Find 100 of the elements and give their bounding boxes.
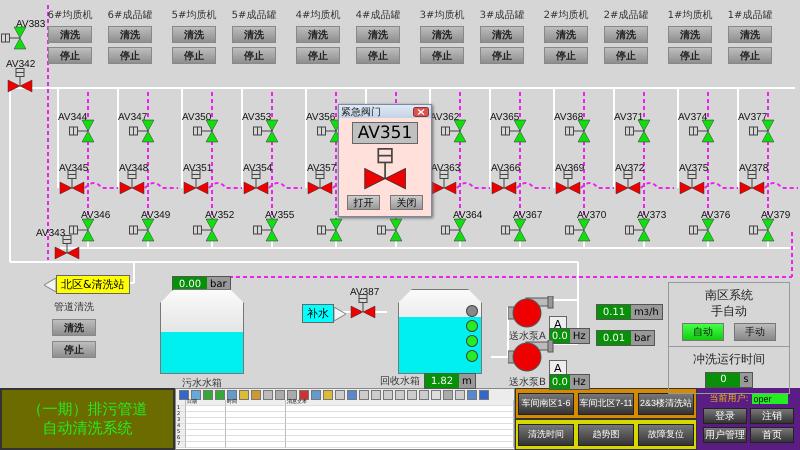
valve-icon[interactable] <box>119 170 145 195</box>
function-button[interactable]: 清洗时间 <box>518 424 574 446</box>
arrow-icon <box>44 278 56 292</box>
equipment-button[interactable]: 清洗 <box>296 26 340 43</box>
valve-icon[interactable] <box>317 218 343 242</box>
valve-icon[interactable] <box>679 170 705 195</box>
valve-icon[interactable] <box>565 218 591 242</box>
function-button[interactable]: 趋势图 <box>578 424 634 446</box>
nav-button[interactable]: 车间北区7-11 <box>578 392 634 414</box>
close-icon[interactable] <box>413 106 429 116</box>
valve-icon[interactable] <box>129 218 155 242</box>
equipment-label: 6#均质机 <box>48 8 92 22</box>
tank-label: 污水水箱 <box>182 376 222 390</box>
valve-icon[interactable] <box>625 119 651 143</box>
valve-icon[interactable] <box>565 119 591 143</box>
equipment-button[interactable]: 停止 <box>356 47 400 64</box>
equipment-button[interactable]: 停止 <box>668 47 712 64</box>
valve-icon[interactable] <box>253 119 279 143</box>
valve-label: AV377 <box>738 112 768 123</box>
equipment-label: 5#均质机 <box>172 8 216 22</box>
valve-icon[interactable] <box>749 218 775 242</box>
equipment-button[interactable]: 停止 <box>728 47 772 64</box>
valve-label: AV350 <box>182 112 212 123</box>
equipment-button[interactable]: 停止 <box>544 47 588 64</box>
valve-icon[interactable] <box>441 218 467 242</box>
equipment-button[interactable]: 清洗 <box>728 26 772 43</box>
pump-label: 送水泵A <box>509 330 546 343</box>
valve-icon[interactable] <box>689 218 715 242</box>
valve-label: AV373 <box>637 210 666 221</box>
user-button[interactable]: 首页 <box>750 427 794 443</box>
user-button[interactable]: 登录 <box>703 408 747 424</box>
valve-icon[interactable] <box>625 218 651 242</box>
equipment-button[interactable]: 停止 <box>480 47 524 64</box>
valve-icon[interactable] <box>431 170 457 195</box>
valve-label: AV367 <box>513 210 542 221</box>
valve-icon[interactable] <box>253 218 279 242</box>
valve-icon[interactable] <box>689 119 715 143</box>
equipment-button[interactable]: 停止 <box>48 47 92 64</box>
valve-icon[interactable] <box>615 170 641 195</box>
valve-icon[interactable] <box>555 170 581 195</box>
equipment-label: 1#成品罐 <box>728 8 772 22</box>
mode-button[interactable]: 自动 <box>682 323 724 342</box>
equipment-button[interactable]: 清洗 <box>108 26 152 43</box>
valve-icon[interactable] <box>491 170 517 195</box>
user-label: 当前用户: <box>709 393 749 405</box>
valve-icon[interactable] <box>54 235 80 260</box>
valve-icon[interactable] <box>129 119 155 143</box>
valve-icon[interactable] <box>59 170 85 195</box>
equipment-button[interactable]: 清洗 <box>420 26 464 43</box>
equipment-button[interactable]: 停止 <box>108 47 152 64</box>
function-button[interactable]: 故障复位 <box>638 424 694 446</box>
valve-icon[interactable] <box>1 26 27 50</box>
valve-icon[interactable] <box>307 170 333 195</box>
equipment-button[interactable]: 清洗 <box>232 26 276 43</box>
dialog-title: 紧急阀门 <box>341 106 381 118</box>
nav-button[interactable]: 2&3楼清洗站 <box>638 392 694 414</box>
valve-icon[interactable] <box>501 218 527 242</box>
valve-icon[interactable] <box>501 119 527 143</box>
mode-button[interactable]: 手动 <box>734 323 776 342</box>
valve-icon[interactable] <box>377 218 403 242</box>
valve-icon[interactable] <box>441 119 467 143</box>
equipment-button[interactable]: 清洗 <box>356 26 400 43</box>
valve-icon[interactable] <box>183 170 209 195</box>
tank-label: 回收水箱 <box>380 374 420 388</box>
equipment-button[interactable]: 停止 <box>232 47 276 64</box>
user-button[interactable]: 注销 <box>750 408 794 424</box>
cleaning-button[interactable]: 停止 <box>52 341 96 358</box>
equipment-button[interactable]: 停止 <box>296 47 340 64</box>
user-field[interactable]: oper <box>752 394 788 404</box>
equipment-button[interactable]: 清洗 <box>544 26 588 43</box>
valve-icon[interactable] <box>69 119 95 143</box>
valve-icon[interactable] <box>243 170 269 195</box>
valve-label: AV353 <box>242 112 272 123</box>
valve-icon[interactable] <box>7 68 33 93</box>
cleaning-button[interactable]: 清洗 <box>52 319 96 336</box>
valve-label: AV383 <box>16 19 46 30</box>
equipment-button[interactable]: 清洗 <box>48 26 92 43</box>
equipment-button[interactable]: 停止 <box>604 47 648 64</box>
valve-icon[interactable] <box>69 218 95 242</box>
valve-icon[interactable] <box>749 119 775 143</box>
valve-icon[interactable] <box>362 148 408 190</box>
dialog-button[interactable]: 打开 <box>347 194 380 210</box>
nav-button[interactable]: 车间南区1-6 <box>518 392 574 414</box>
valve-label: AV344 <box>58 112 88 123</box>
valve-icon[interactable] <box>739 170 765 195</box>
user-button[interactable]: 用户管理 <box>703 427 747 443</box>
valve-label: AV349 <box>141 210 170 221</box>
dialog-button[interactable]: 关闭 <box>390 194 423 210</box>
equipment-button[interactable]: 清洗 <box>668 26 712 43</box>
readout-display: 1.82 m <box>424 373 476 389</box>
equipment-label: 3#成品罐 <box>480 8 524 22</box>
valve-icon[interactable] <box>193 119 219 143</box>
valve-label: AV365 <box>490 112 520 123</box>
equipment-button[interactable]: 清洗 <box>480 26 524 43</box>
valve-icon[interactable] <box>350 294 376 319</box>
equipment-button[interactable]: 清洗 <box>172 26 216 43</box>
equipment-button[interactable]: 停止 <box>172 47 216 64</box>
equipment-button[interactable]: 清洗 <box>604 26 648 43</box>
valve-icon[interactable] <box>193 218 219 242</box>
equipment-button[interactable]: 停止 <box>420 47 464 64</box>
